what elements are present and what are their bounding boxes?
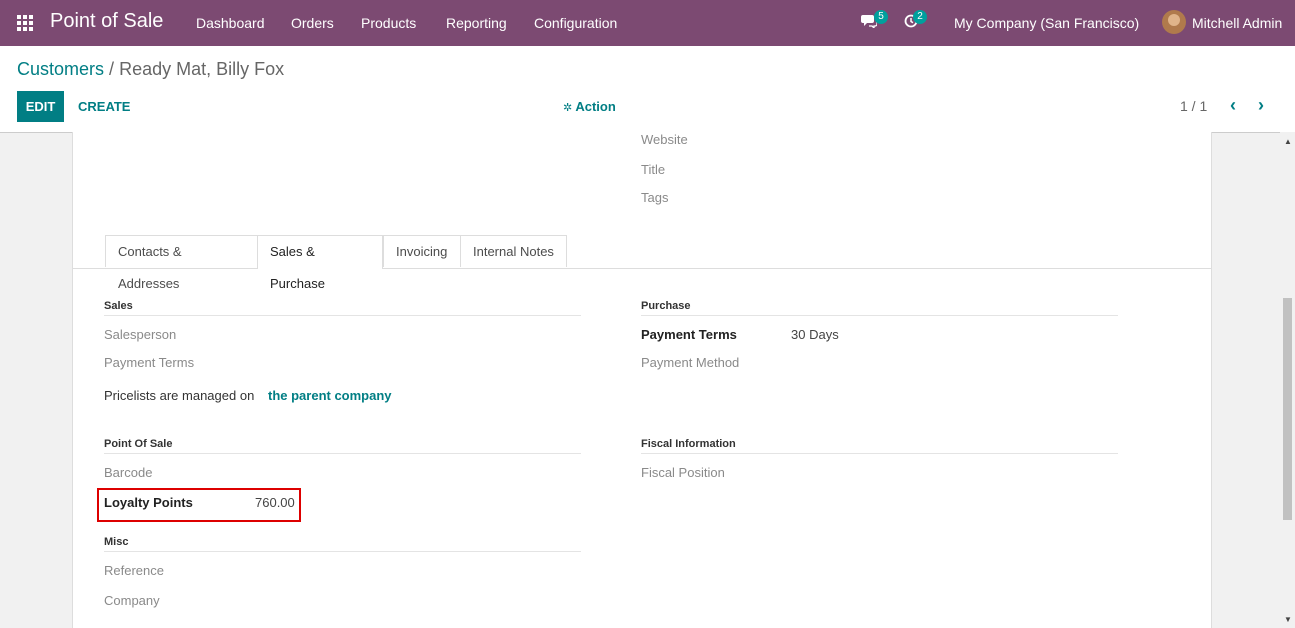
create-button[interactable]: CREATE xyxy=(78,99,130,114)
action-dropdown[interactable]: ✲ Action xyxy=(563,99,616,114)
misc-divider xyxy=(104,551,581,552)
top-navbar: Point of Sale Dashboard Orders Products … xyxy=(0,0,1295,46)
purchase-payment-terms-value: 30 Days xyxy=(791,327,839,342)
scrollbar-thumb[interactable] xyxy=(1283,298,1292,520)
form-sheet: Website Title Tags Contacts & Addresses … xyxy=(72,132,1212,628)
website-label: Website xyxy=(641,132,688,147)
control-panel: Customers / Ready Mat, Billy Fox EDIT CR… xyxy=(0,46,1295,133)
tab-internal-notes[interactable]: Internal Notes xyxy=(460,235,567,267)
sales-divider xyxy=(104,315,581,316)
sales-heading: Sales xyxy=(104,300,133,312)
loyalty-highlight-box xyxy=(97,488,301,522)
pos-divider xyxy=(104,453,581,454)
reference-label: Reference xyxy=(104,563,164,578)
barcode-label: Barcode xyxy=(104,465,153,480)
payment-method-label: Payment Method xyxy=(641,355,740,370)
fiscal-information-heading: Fiscal Information xyxy=(641,438,736,450)
pager-value[interactable]: 1 / 1 xyxy=(1180,98,1207,114)
misc-heading: Misc xyxy=(104,536,129,548)
purchase-divider xyxy=(641,315,1118,316)
parent-company-link[interactable]: the parent company xyxy=(268,388,392,403)
pricelist-text: Pricelists are managed on xyxy=(104,388,255,403)
purchase-heading: Purchase xyxy=(641,300,691,312)
sales-payment-terms-label: Payment Terms xyxy=(104,355,195,370)
fiscal-divider xyxy=(641,453,1118,454)
breadcrumb-customers[interactable]: Customers xyxy=(17,59,104,79)
tags-label: Tags xyxy=(641,190,669,205)
menu-dashboard[interactable]: Dashboard xyxy=(196,15,265,31)
notebook-tabs: Contacts & Addresses Sales & Purchase In… xyxy=(73,235,1211,291)
scroll-down-arrow-icon[interactable]: ▼ xyxy=(1284,615,1292,624)
purchase-payment-terms-label: Payment Terms xyxy=(641,327,737,342)
pager-previous-icon[interactable]: ‹ xyxy=(1230,95,1236,116)
menu-products[interactable]: Products xyxy=(361,15,416,31)
breadcrumb-separator: / xyxy=(109,59,115,79)
tab-invoicing[interactable]: Invoicing xyxy=(383,235,461,267)
salesperson-label: Salesperson xyxy=(104,327,177,342)
messages-count-badge: 5 xyxy=(874,10,888,24)
company-switcher[interactable]: My Company (San Francisco) xyxy=(954,15,1139,31)
activities-count-badge: 2 xyxy=(913,10,927,24)
menu-reporting[interactable]: Reporting xyxy=(446,15,507,31)
menu-orders[interactable]: Orders xyxy=(291,15,334,31)
breadcrumb: Customers / Ready Mat, Billy Fox xyxy=(17,59,284,80)
tab-contacts-addresses[interactable]: Contacts & Addresses xyxy=(105,235,258,291)
menu-configuration[interactable]: Configuration xyxy=(534,15,617,31)
app-brand[interactable]: Point of Sale xyxy=(50,10,163,33)
company-label: Company xyxy=(104,593,160,608)
action-label: Action xyxy=(575,99,616,114)
point-of-sale-heading: Point Of Sale xyxy=(104,438,173,450)
tab-sales-purchase[interactable]: Sales & Purchase xyxy=(257,235,383,291)
gear-icon: ✲ xyxy=(563,102,573,114)
scroll-up-arrow-icon[interactable]: ▲ xyxy=(1284,137,1292,146)
edit-button[interactable]: EDIT xyxy=(17,91,64,122)
user-avatar[interactable] xyxy=(1162,10,1186,34)
user-menu[interactable]: Mitchell Admin xyxy=(1192,15,1282,31)
title-label: Title xyxy=(641,162,666,177)
breadcrumb-current: Ready Mat, Billy Fox xyxy=(119,59,285,79)
app-menu-icon[interactable] xyxy=(17,15,33,31)
fiscal-position-label: Fiscal Position xyxy=(641,465,725,480)
pager-next-icon[interactable]: › xyxy=(1258,95,1264,116)
